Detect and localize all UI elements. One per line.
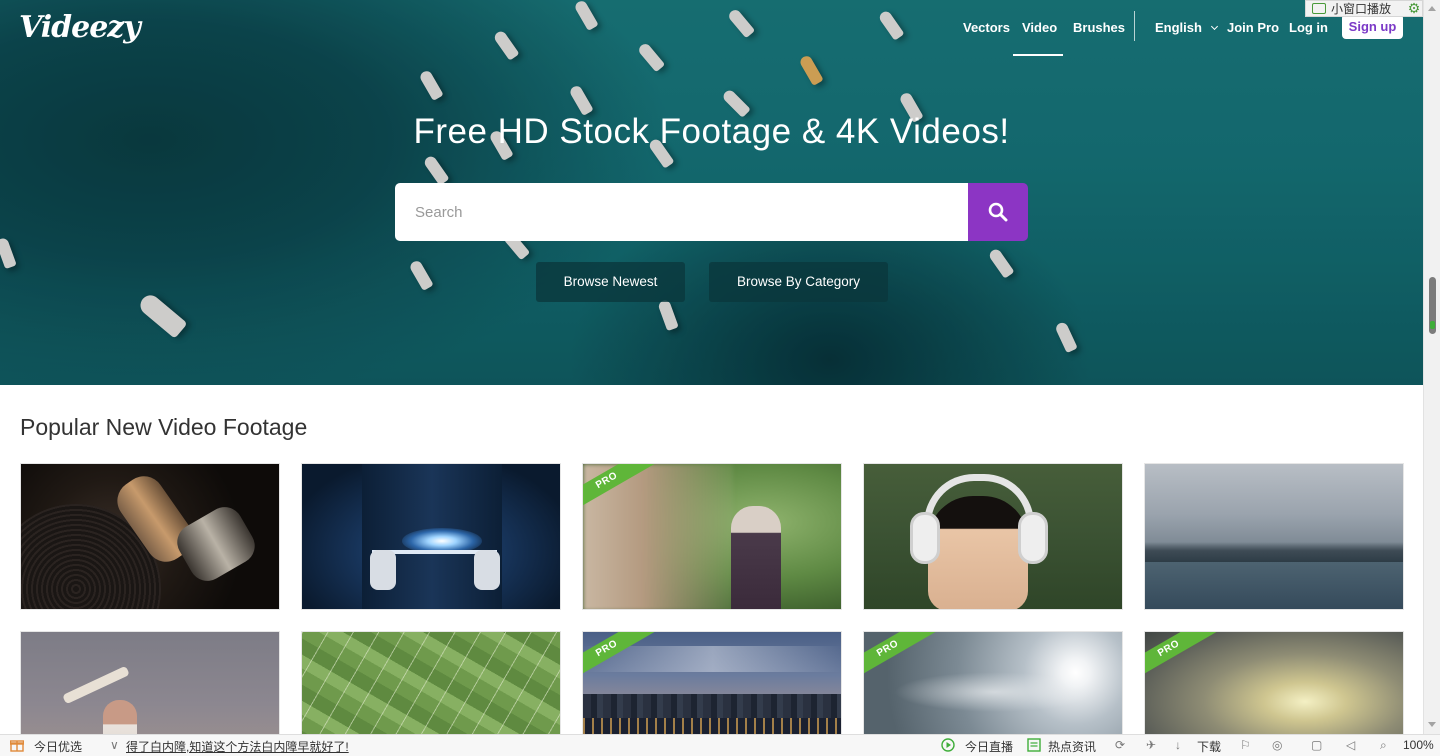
zoom-icon[interactable]: ⌕ bbox=[1380, 738, 1387, 753]
video-thumbnail[interactable] bbox=[20, 631, 280, 734]
play-circle-icon bbox=[941, 738, 955, 752]
zoom-level[interactable]: 100% bbox=[1403, 738, 1434, 752]
video-thumbnail[interactable] bbox=[863, 463, 1123, 610]
signup-button[interactable]: Sign up bbox=[1342, 14, 1403, 39]
thumbnail-image bbox=[731, 506, 781, 609]
video-thumbnail[interactable] bbox=[1144, 463, 1404, 610]
scroll-down-icon[interactable] bbox=[1428, 722, 1436, 727]
browser-viewport: Videezy Vectors Video Brushes English Jo… bbox=[0, 0, 1423, 734]
thumbnail-image bbox=[583, 694, 841, 718]
window-icon[interactable]: ▢ bbox=[1311, 738, 1322, 752]
thumbnail-image bbox=[302, 632, 560, 734]
pro-badge: PRO bbox=[1145, 632, 1217, 682]
video-thumbnail[interactable] bbox=[20, 463, 280, 610]
scroll-up-icon[interactable] bbox=[1428, 6, 1436, 11]
video-thumbnail[interactable] bbox=[301, 463, 561, 610]
rocket-icon[interactable]: ✈ bbox=[1146, 738, 1156, 752]
nav-brushes[interactable]: Brushes bbox=[1073, 20, 1125, 35]
thumbnail-image bbox=[894, 672, 1094, 712]
language-label: English bbox=[1155, 20, 1202, 35]
news-icon bbox=[1027, 738, 1041, 752]
thumbnail-image bbox=[924, 474, 1034, 524]
video-thumbnail[interactable]: PRO bbox=[1144, 631, 1404, 734]
daily-picks-label[interactable]: 今日优选 bbox=[34, 738, 82, 755]
nav-video[interactable]: Video bbox=[1022, 20, 1057, 35]
site-logo[interactable]: Videezy bbox=[19, 10, 141, 45]
download-link[interactable]: 下载 bbox=[1197, 738, 1221, 755]
gear-icon[interactable]: ⚙ bbox=[1405, 0, 1423, 17]
nav-divider bbox=[1134, 11, 1135, 41]
thumbnail-image bbox=[474, 550, 500, 590]
download-icon[interactable]: ↓ bbox=[1175, 738, 1181, 752]
search-input[interactable] bbox=[395, 183, 969, 241]
vertical-scrollbar[interactable] bbox=[1423, 0, 1440, 734]
video-thumbnail[interactable]: PRO bbox=[863, 631, 1123, 734]
search-button[interactable] bbox=[968, 183, 1028, 241]
login-link[interactable]: Log in bbox=[1289, 20, 1328, 35]
video-thumbnail[interactable]: PRO bbox=[582, 463, 842, 610]
thumbnail-image bbox=[1018, 512, 1048, 564]
nav-active-indicator bbox=[1013, 54, 1063, 56]
browser-status-bar: 今日优选 ∨ 得了白内障,知道这个方法白内障早就好了! 今日直播 热点资讯 ⟳ … bbox=[0, 734, 1440, 756]
thumbnail-image bbox=[583, 718, 841, 734]
nav-vectors[interactable]: Vectors bbox=[963, 20, 1010, 35]
thumbnail-image bbox=[170, 500, 262, 588]
news-headline-link[interactable]: 得了白内障,知道这个方法白内障早就好了! bbox=[126, 738, 349, 755]
refresh-icon[interactable]: ⟳ bbox=[1115, 738, 1125, 752]
live-link[interactable]: 今日直播 bbox=[965, 738, 1013, 755]
chevron-down-icon bbox=[1210, 22, 1218, 31]
section-title: Popular New Video Footage bbox=[20, 414, 308, 440]
thumbnail-image bbox=[1145, 562, 1403, 609]
browse-by-category-button[interactable]: Browse By Category bbox=[709, 262, 888, 302]
tv-icon bbox=[1312, 3, 1326, 14]
language-selector[interactable]: English bbox=[1155, 20, 1218, 35]
video-thumbnail[interactable] bbox=[301, 631, 561, 734]
browser-icon[interactable]: ◎ bbox=[1272, 738, 1282, 752]
join-pro-link[interactable]: Join Pro bbox=[1227, 20, 1279, 35]
scrollbar-thumb[interactable] bbox=[1429, 277, 1436, 334]
chevron-down-icon: ∨ bbox=[110, 738, 119, 752]
speaker-icon[interactable]: ◁ bbox=[1346, 738, 1355, 752]
browse-newest-button[interactable]: Browse Newest bbox=[536, 262, 685, 302]
hero-title: Free HD Stock Footage & 4K Videos! bbox=[413, 112, 1010, 151]
thumbnail-image bbox=[370, 550, 396, 590]
search-icon bbox=[988, 202, 1008, 222]
thumbnail-image bbox=[1145, 542, 1403, 564]
thumbnail-image bbox=[910, 512, 940, 564]
video-thumbnail[interactable]: PRO bbox=[582, 631, 842, 734]
mini-window-label: 小窗口播放 bbox=[1331, 2, 1392, 16]
thumbnail-image bbox=[103, 700, 137, 734]
flag-icon[interactable]: ⚐ bbox=[1240, 738, 1251, 752]
gift-icon bbox=[10, 740, 24, 752]
thumbnail-image bbox=[62, 665, 130, 705]
hero-banner: Videezy Vectors Video Brushes English Jo… bbox=[0, 0, 1423, 385]
hot-news-link[interactable]: 热点资讯 bbox=[1048, 738, 1096, 755]
